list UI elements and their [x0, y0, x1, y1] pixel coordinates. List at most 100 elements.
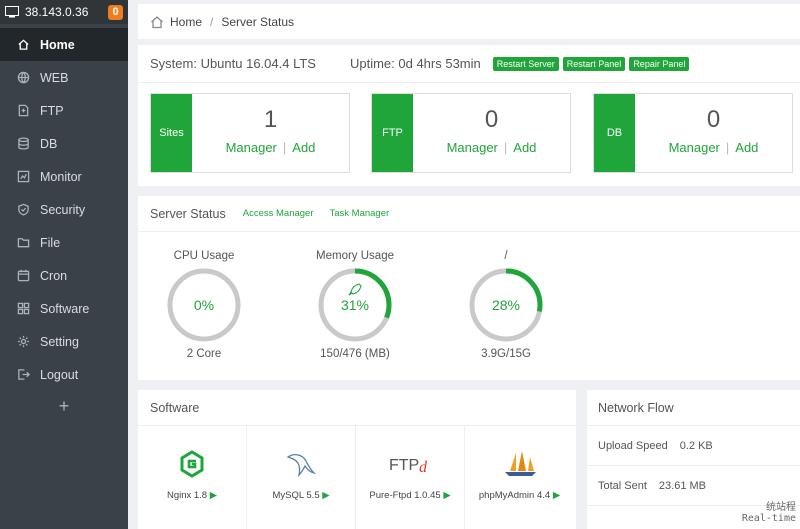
home-icon — [18, 39, 29, 50]
logout-icon — [18, 369, 30, 380]
play-arrow-icon[interactable]: ▶ — [553, 490, 560, 501]
software-item-phpmyadmin[interactable]: phpMyAdmin 4.4 ▶ — [465, 426, 574, 529]
sidebar-item-label: Cron — [40, 268, 68, 283]
sidebar-item-label: Logout — [40, 367, 79, 382]
software-item-pureftpd[interactable]: FTP d Pure-Ftpd 1.0.45 ▶ — [356, 426, 465, 529]
watermark-line1: 统站程 — [766, 502, 796, 513]
sidebar-item-software[interactable]: Software — [0, 292, 128, 325]
server-ip: 38.143.0.36 — [25, 5, 89, 19]
db-card: DB 0 Manager | Add — [593, 93, 793, 173]
db-manager-link[interactable]: Manager — [669, 140, 720, 155]
gauge-label: / — [504, 250, 508, 262]
server-status-panel: Server Status Access Manager Task Manage… — [138, 196, 800, 380]
database-icon — [18, 137, 29, 150]
total-sent-row: Total Sent 23.61 MB — [587, 466, 800, 506]
sidebar-item-web[interactable]: WEB — [0, 61, 128, 94]
sidebar-item-logout[interactable]: Logout — [0, 358, 128, 391]
sidebar-item-label: Home — [40, 37, 75, 52]
computer-icon — [5, 5, 19, 17]
sidebar-item-cron[interactable]: Cron — [0, 259, 128, 292]
sidebar-add-button[interactable]: + — [0, 391, 128, 421]
software-name: phpMyAdmin 4.4 — [478, 490, 551, 501]
gauge-ring: 31% — [318, 268, 392, 342]
link-separator: | — [503, 140, 508, 155]
system-panel: System: Ubuntu 16.04.4 LTS Uptime: 0d 4h… — [138, 45, 800, 186]
software-title: Software — [138, 390, 576, 426]
play-arrow-icon[interactable]: ▶ — [210, 490, 217, 501]
play-arrow-icon[interactable]: ▶ — [443, 490, 450, 501]
breadcrumb-separator: / — [210, 14, 214, 29]
card-tag: Sites — [151, 94, 192, 172]
card-count: 1 — [263, 106, 278, 133]
system-uptime: Uptime: 0d 4hrs 53min — [349, 56, 481, 71]
repair-panel-button[interactable]: Repair Panel — [629, 56, 690, 71]
ftp-add-link[interactable]: Add — [513, 140, 536, 155]
system-os: System: Ubuntu 16.04.4 LTS — [150, 56, 316, 71]
system-info-bar: System: Ubuntu 16.04.4 LTS Uptime: 0d 4h… — [138, 45, 800, 83]
server-header: 38.143.0.36 0 — [0, 0, 128, 24]
sidebar-item-label: Software — [40, 301, 90, 316]
sidebar-item-label: DB — [40, 136, 58, 151]
grid-icon — [17, 302, 30, 315]
sidebar-item-monitor[interactable]: Monitor — [0, 160, 128, 193]
cpu-gauge[interactable]: CPU Usage 0% 2 Core — [149, 250, 259, 360]
nginx-icon — [180, 450, 204, 478]
watermark: 统站程 Real-time — [742, 502, 796, 524]
phpmyadmin-sailboat-icon — [504, 451, 536, 476]
restart-server-button[interactable]: Restart Server — [492, 56, 559, 71]
sidebar-item-label: FTP — [40, 103, 64, 118]
sidebar-item-security[interactable]: Security — [0, 193, 128, 226]
sidebar-item-label: Setting — [40, 334, 79, 349]
sidebar-item-db[interactable]: DB — [0, 127, 128, 160]
software-item-nginx[interactable]: Nginx 1.8 ▶ — [138, 426, 247, 529]
sidebar-item-home[interactable]: Home — [0, 28, 128, 61]
sidebar-nav: Home WEB FTP DB Monitor Security File Cr… — [0, 28, 128, 391]
sidebar-item-setting[interactable]: Setting — [0, 325, 128, 358]
card-count: 0 — [484, 106, 499, 133]
gauge-value: 28% — [492, 297, 520, 313]
software-item-mysql[interactable]: MySQL 5.5 ▶ — [247, 426, 356, 529]
network-flow-title: Network Flow — [587, 390, 800, 426]
gauge-value: 0% — [194, 297, 214, 313]
db-add-link[interactable]: Add — [735, 140, 758, 155]
card-tag: DB — [594, 94, 635, 172]
memory-gauge[interactable]: Memory Usage 31% 150/476 (MB) — [300, 250, 410, 360]
breadcrumb: Home / Server Status — [138, 4, 800, 39]
gauge-sub: 3.9G/15G — [481, 348, 531, 360]
gauge-label: Memory Usage — [316, 250, 394, 262]
sidebar-item-file[interactable]: File — [0, 226, 128, 259]
breadcrumb-home[interactable]: Home — [170, 15, 202, 29]
sites-manager-link[interactable]: Manager — [226, 140, 277, 155]
software-name: MySQL 5.5 — [272, 490, 320, 501]
software-panel: Software Nginx 1.8 ▶ MySQL 5.5 ▶ FTP d P… — [138, 390, 576, 529]
sidebar-item-label: File — [40, 235, 61, 250]
total-sent-label: Total Sent — [598, 479, 647, 492]
home-icon — [151, 15, 163, 28]
pureftpd-icon: FTP d — [389, 457, 428, 476]
svg-text:FTP: FTP — [389, 457, 419, 474]
sites-add-link[interactable]: Add — [292, 140, 315, 155]
monitor-icon — [17, 170, 30, 183]
ftp-card: FTP 0 Manager | Add — [371, 93, 571, 173]
play-arrow-icon[interactable]: ▶ — [322, 490, 329, 501]
main-content: Home / Server Status System: Ubuntu 16.0… — [138, 0, 800, 529]
restart-panel-button[interactable]: Restart Panel — [562, 56, 626, 71]
sidebar-item-label: WEB — [40, 70, 69, 85]
rocket-icon[interactable] — [348, 283, 362, 296]
server-status-title: Server Status — [150, 206, 226, 221]
notification-badge[interactable]: 0 — [108, 4, 123, 20]
software-name: Nginx 1.8 — [166, 490, 208, 501]
gauge-value: 31% — [341, 297, 369, 313]
upload-speed-row: Upload Speed 0.2 KB — [587, 426, 800, 466]
task-manager-link[interactable]: Task Manager — [330, 208, 390, 219]
upload-speed-value: 0.2 KB — [679, 439, 713, 452]
gauge-ring: 28% — [469, 268, 543, 342]
sidebar-item-label: Monitor — [40, 169, 82, 184]
disk-gauge[interactable]: / 28% 3.9G/15G — [451, 250, 561, 360]
access-manager-link[interactable]: Access Manager — [243, 208, 314, 219]
upload-speed-label: Upload Speed — [598, 439, 668, 452]
sidebar-item-ftp[interactable]: FTP — [0, 94, 128, 127]
clock-icon — [17, 269, 30, 282]
ftp-manager-link[interactable]: Manager — [447, 140, 498, 155]
gauge-sub: 150/476 (MB) — [320, 348, 390, 360]
